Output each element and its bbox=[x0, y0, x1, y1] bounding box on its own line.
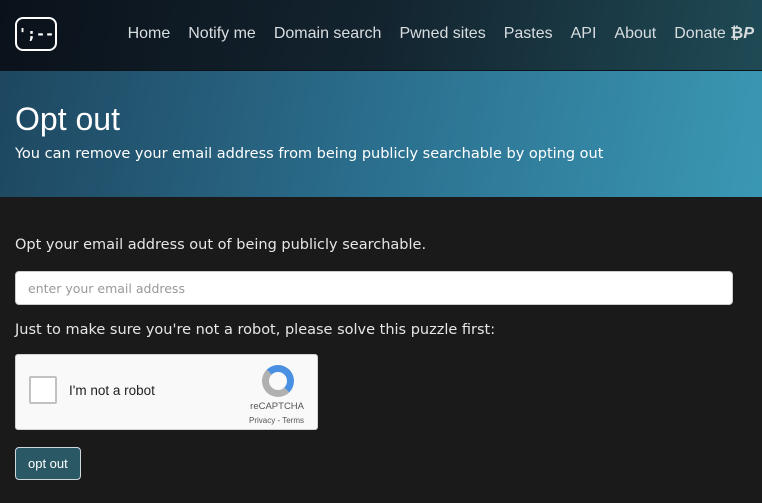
recaptcha-privacy-terms[interactable]: Privacy - Terms bbox=[249, 416, 304, 425]
nav-home[interactable]: Home bbox=[128, 25, 171, 43]
nav-donate-label: Donate bbox=[674, 25, 726, 42]
hero: Opt out You can remove your email addres… bbox=[0, 71, 762, 197]
logo[interactable]: ';-- bbox=[15, 17, 57, 51]
email-input[interactable]: enter your email address bbox=[15, 271, 733, 305]
bitcoin-icon: ₿ bbox=[730, 25, 744, 42]
nav-about[interactable]: About bbox=[614, 25, 656, 43]
nav-pwned-sites[interactable]: Pwned sites bbox=[399, 25, 485, 43]
nav-donate[interactable]: Donate ₿P bbox=[674, 25, 754, 43]
nav-links: Home Notify me Domain search Pwned sites… bbox=[110, 25, 754, 43]
recaptcha-checkbox[interactable] bbox=[29, 376, 57, 404]
recaptcha-brand: reCAPTCHA bbox=[250, 401, 304, 412]
recaptcha-widget: I'm not a robot reCAPTCHA Privacy - Term… bbox=[15, 354, 318, 430]
page-subtitle: You can remove your email address from b… bbox=[15, 146, 604, 162]
nav-notify-me[interactable]: Notify me bbox=[188, 25, 256, 43]
paypal-icon: P bbox=[743, 25, 754, 42]
navbar: ';-- Home Notify me Domain search Pwned … bbox=[0, 0, 762, 71]
opt-out-button[interactable]: opt out bbox=[15, 447, 81, 480]
nav-domain-search[interactable]: Domain search bbox=[274, 25, 382, 43]
intro-text: Opt your email address out of being publ… bbox=[15, 237, 427, 253]
robot-prompt: Just to make sure you're not a robot, pl… bbox=[15, 322, 496, 338]
recaptcha-logo-icon bbox=[262, 365, 294, 397]
nav-api[interactable]: API bbox=[571, 25, 597, 43]
recaptcha-label: I'm not a robot bbox=[69, 383, 155, 398]
opt-out-form: Opt your email address out of being publ… bbox=[0, 197, 762, 480]
nav-pastes[interactable]: Pastes bbox=[504, 25, 553, 43]
page-title: Opt out bbox=[15, 101, 120, 137]
